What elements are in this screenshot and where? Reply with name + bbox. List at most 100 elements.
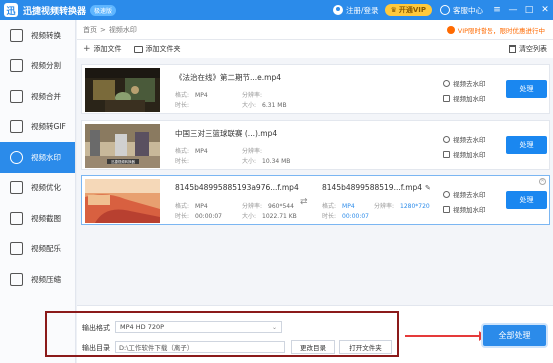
pointer-arrow bbox=[405, 331, 486, 341]
sidebar-item-1[interactable]: 视频转换 bbox=[0, 20, 75, 51]
promo-banner[interactable]: VIP限时활동，限时优惠进行中 bbox=[446, 25, 545, 35]
screenshot-icon bbox=[10, 211, 23, 225]
format-label: 格式: bbox=[175, 203, 190, 210]
headset-icon[interactable] bbox=[440, 5, 450, 15]
clear-list-button[interactable]: 清空列表 bbox=[509, 44, 547, 54]
add-watermark-label: 视频加水印 bbox=[453, 151, 486, 159]
video-thumbnail: 迅捷视频转换器 bbox=[85, 124, 160, 168]
output-format-select[interactable]: MP4 HD 720P ⌄ bbox=[115, 321, 282, 333]
sidebar-item-2[interactable]: 视频分割 bbox=[0, 51, 75, 82]
format-value: MP4 bbox=[195, 92, 208, 99]
output-format-value: MP4 HD 720P bbox=[120, 323, 165, 331]
format-label: 格式: bbox=[175, 148, 190, 155]
remove-watermark-label: 视频去水印 bbox=[453, 80, 486, 88]
title-bar: 迅 迅捷视频转换器 极速版 注册/登录 ♛ 开通VIP 客服中心 ≡ — □ ✕ bbox=[0, 0, 553, 20]
close-button[interactable]: ✕ bbox=[537, 0, 553, 20]
sidebar-item-4[interactable]: 视频转GIF bbox=[0, 112, 75, 143]
output-duration-value: 00:00:07 bbox=[342, 213, 369, 220]
login-link[interactable]: 注册/登录 bbox=[346, 5, 379, 16]
file-row[interactable]: 8145b48995885193a976...f.mp4 格式: MP4 分辨率:… bbox=[81, 175, 550, 225]
output-format: 格式: MP4 bbox=[322, 201, 355, 210]
compress-icon bbox=[10, 272, 23, 286]
file-format: 格式: MP4 bbox=[175, 90, 208, 99]
vip-label: 开通VIP bbox=[398, 6, 426, 14]
file-size: 大小: 1022.71 KB bbox=[242, 211, 297, 220]
size-label: 大小: bbox=[242, 213, 257, 220]
convert-icon bbox=[10, 28, 23, 42]
add-watermark-icon bbox=[443, 94, 450, 102]
edit-icon[interactable]: ✎ bbox=[425, 184, 431, 192]
vip-button[interactable]: ♛ 开通VIP bbox=[384, 4, 432, 16]
breadcrumb-home[interactable]: 首页 bbox=[83, 25, 97, 35]
file-format: 格式: MP4 bbox=[175, 201, 208, 210]
process-button[interactable]: 处理 bbox=[506, 136, 547, 154]
optimize-icon bbox=[10, 181, 23, 195]
duration-value: 00:00:07 bbox=[195, 213, 222, 220]
app-logo-icon: 迅 bbox=[4, 3, 18, 17]
output-format-label: 输出格式 bbox=[82, 324, 110, 332]
output-resolution-value[interactable]: 1280*720 bbox=[400, 203, 430, 210]
add-watermark-option[interactable]: 视频加水印 bbox=[443, 93, 486, 103]
add-watermark-option[interactable]: 视频加水印 bbox=[443, 149, 486, 159]
process-button[interactable]: 处理 bbox=[506, 80, 547, 98]
file-name: 中国三对三篮球联赛 (...).mp4 bbox=[175, 129, 278, 138]
add-folder-button[interactable]: 添加文件夹 bbox=[133, 44, 181, 54]
file-format: 格式: MP4 bbox=[175, 146, 208, 155]
customer-service-link[interactable]: 客服中心 bbox=[453, 5, 483, 16]
sidebar-item-label: 视频合并 bbox=[31, 91, 61, 101]
duration-label: 时长: bbox=[322, 213, 337, 220]
remove-file-icon[interactable]: ✕ bbox=[539, 178, 546, 185]
size-value: 1022.71 KB bbox=[262, 213, 297, 220]
output-dir-label: 输出目录 bbox=[82, 344, 110, 352]
menu-icon[interactable]: ≡ bbox=[489, 0, 505, 20]
size-label: 大小: bbox=[242, 158, 257, 165]
chevron-down-icon: ⌄ bbox=[271, 323, 277, 331]
plus-icon: + bbox=[83, 44, 91, 54]
crown-icon: ♛ bbox=[390, 6, 397, 14]
format-label: 格式: bbox=[175, 92, 190, 99]
sidebar-item-label: 视频配乐 bbox=[31, 244, 61, 254]
remove-watermark-option[interactable]: 视频去水印 bbox=[443, 78, 486, 88]
output-name-text: 8145b4899588519...f.mp4 bbox=[322, 183, 423, 192]
output-dir-field[interactable]: D:\工作软件下载（离子） bbox=[115, 341, 285, 353]
promo-text: VIP限时활동，限时优惠进行中 bbox=[457, 26, 545, 35]
process-all-button[interactable]: 全部处理 bbox=[483, 325, 546, 346]
output-file-name: 8145b4899588519...f.mp4 ✎ bbox=[322, 183, 431, 192]
folder-icon bbox=[133, 45, 143, 53]
format-value: MP4 bbox=[195, 148, 208, 155]
sidebar-item-3[interactable]: 视频合并 bbox=[0, 81, 75, 112]
file-row[interactable]: 迅捷视频转换器 中国三对三篮球联赛 (...).mp4 格式: MP4 分辨率: … bbox=[81, 120, 550, 170]
add-watermark-label: 视频加水印 bbox=[453, 95, 486, 103]
sidebar-item-label: 视频水印 bbox=[31, 152, 61, 162]
clear-list-label: 清空列表 bbox=[519, 45, 547, 53]
process-button[interactable]: 处理 bbox=[506, 191, 547, 209]
sidebar-item-5[interactable]: 视频水印 bbox=[0, 142, 75, 173]
add-watermark-icon bbox=[443, 205, 450, 213]
add-file-button[interactable]: + 添加文件 bbox=[83, 44, 122, 54]
breadcrumb: 首页 > 视频水印 VIP限时활동，限时优惠进行中 bbox=[77, 20, 553, 40]
user-icon[interactable] bbox=[333, 5, 344, 15]
change-dir-button[interactable]: 更改目录 bbox=[291, 340, 335, 354]
convert-arrows-icon: ⇄ bbox=[300, 197, 308, 207]
remove-watermark-option[interactable]: 视频去水印 bbox=[443, 134, 486, 144]
maximize-button[interactable]: □ bbox=[521, 0, 537, 20]
file-name: 8145b48995885193a976...f.mp4 bbox=[175, 183, 299, 192]
output-dir-value: D:\工作软件下载（离子） bbox=[119, 344, 194, 352]
toolbar: + 添加文件 添加文件夹 清空列表 bbox=[77, 40, 553, 58]
minimize-button[interactable]: — bbox=[505, 0, 521, 20]
open-folder-button[interactable]: 打开文件夹 bbox=[339, 340, 392, 354]
sidebar-item-7[interactable]: 视频截图 bbox=[0, 203, 75, 234]
output-format-value[interactable]: MP4 bbox=[342, 203, 355, 210]
file-size: 大小: 6.31 MB bbox=[242, 100, 287, 109]
add-watermark-option[interactable]: 视频加水印 bbox=[443, 204, 486, 214]
file-row[interactable]: 《法治在线》第二期节...e.mp4 格式: MP4 分辨率: 时长: 大小: 6.… bbox=[81, 64, 550, 114]
sidebar-item-6[interactable]: 视频优化 bbox=[0, 173, 75, 204]
remove-watermark-label: 视频去水印 bbox=[453, 191, 486, 199]
gif-icon bbox=[10, 120, 23, 134]
sidebar-item-9[interactable]: 视频压缩 bbox=[0, 264, 75, 295]
resolution-label: 分辨率: bbox=[242, 148, 263, 155]
remove-watermark-option[interactable]: 视频去水印 bbox=[443, 189, 486, 199]
remove-watermark-icon bbox=[443, 79, 450, 87]
sidebar-item-8[interactable]: 视频配乐 bbox=[0, 234, 75, 265]
add-watermark-label: 视频加水印 bbox=[453, 206, 486, 214]
